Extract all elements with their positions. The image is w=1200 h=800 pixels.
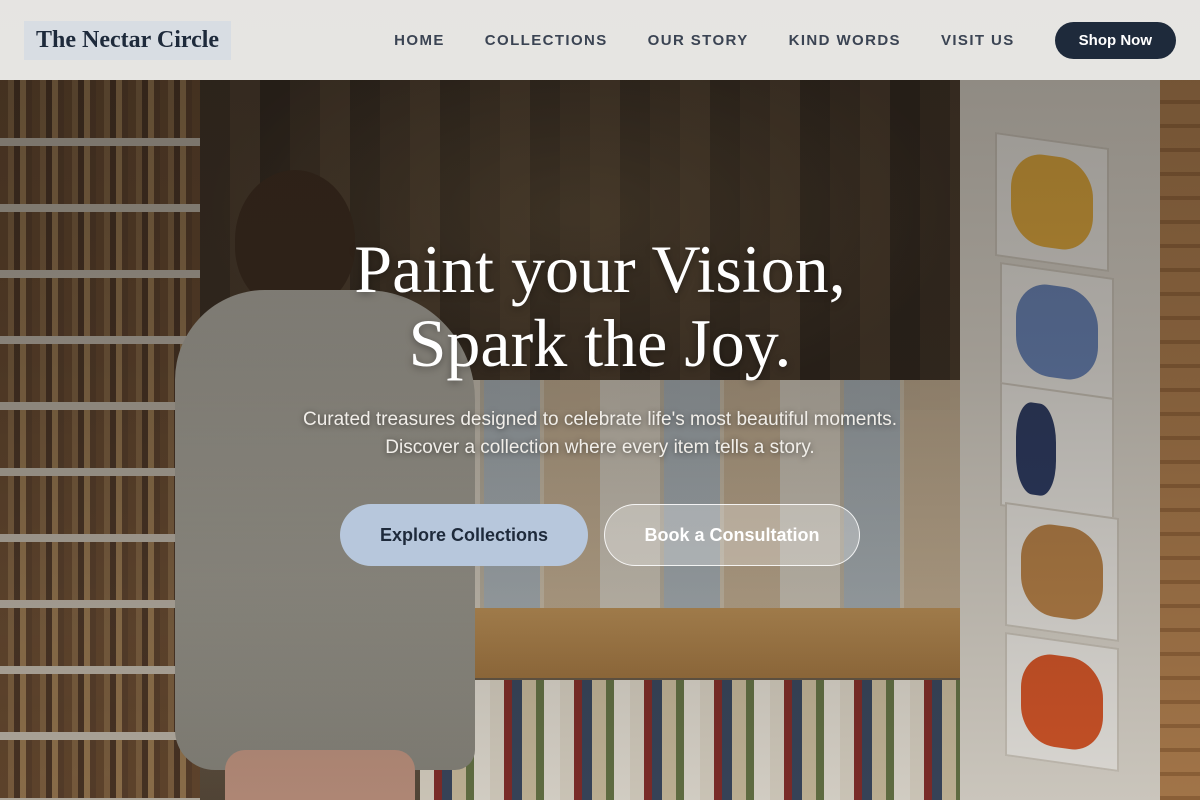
hero-title: Paint your Vision, Spark the Joy.: [0, 232, 1200, 380]
explore-collections-button[interactable]: Explore Collections: [340, 504, 588, 566]
hero-subtitle: Curated treasures designed to celebrate …: [0, 406, 1200, 462]
hero-cta-row: Explore Collections Book a Consultation: [0, 504, 1200, 566]
nav-our-story[interactable]: OUR STORY: [648, 32, 749, 49]
nav-kind-words[interactable]: KIND WORDS: [789, 32, 901, 49]
hero-title-line1: Paint your Vision,: [354, 231, 846, 307]
nav-home[interactable]: HOME: [394, 32, 445, 49]
site-header: The Nectar Circle HOME COLLECTIONS OUR S…: [0, 0, 1200, 80]
hero-title-line2: Spark the Joy.: [408, 305, 792, 381]
nav-collections[interactable]: COLLECTIONS: [485, 32, 608, 49]
main-nav: HOME COLLECTIONS OUR STORY KIND WORDS VI…: [394, 32, 1015, 49]
book-consultation-button[interactable]: Book a Consultation: [604, 504, 860, 566]
shop-now-button[interactable]: Shop Now: [1054, 21, 1176, 59]
hero-subtitle-line2: Discover a collection where every item t…: [385, 437, 815, 458]
hero-content: Paint your Vision, Spark the Joy. Curate…: [0, 232, 1200, 566]
nav-visit-us[interactable]: VISIT US: [941, 32, 1015, 49]
hero-subtitle-line1: Curated treasures designed to celebrate …: [303, 409, 897, 430]
site-logo[interactable]: The Nectar Circle: [24, 20, 232, 60]
